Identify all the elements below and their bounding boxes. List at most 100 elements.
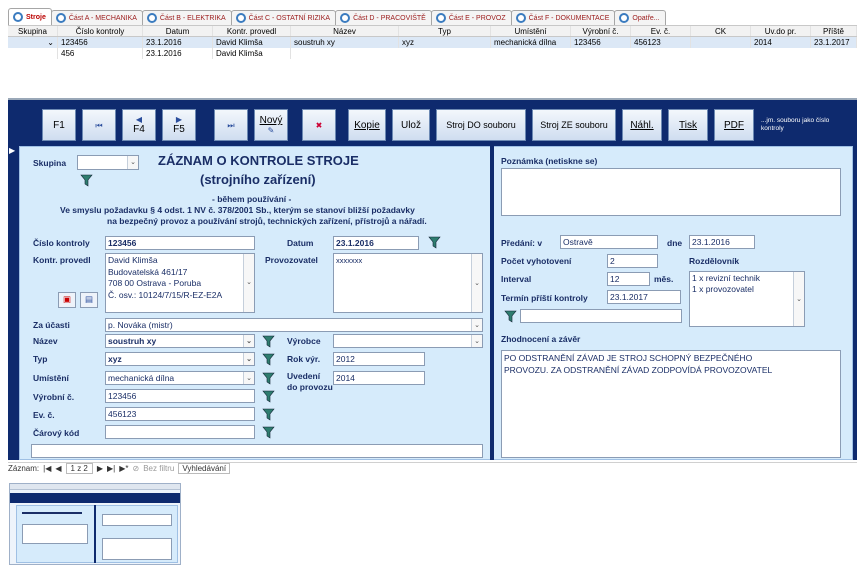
last-record-nav-icon[interactable]: ▶| (107, 464, 115, 473)
zhodnoceni-field[interactable]: PO ODSTRANĚNÍ ZÁVAD JE STROJ SCHOPNÝ BEZ… (501, 350, 841, 458)
column-header[interactable]: Datum (143, 26, 213, 36)
pdf-button[interactable]: PDF (714, 109, 754, 141)
column-header[interactable]: Název (291, 26, 399, 36)
tab-opatreni[interactable]: Opatře... (614, 10, 666, 25)
extra-field[interactable] (31, 444, 483, 458)
tab-label: Opatře... (632, 14, 660, 22)
rozdelovnik-field[interactable]: 1 x revizní technik 1 x provozovatel ⌄ (689, 271, 805, 327)
filter-icon[interactable] (504, 310, 517, 323)
chevron-down-icon[interactable]: ⌄ (243, 335, 254, 347)
delete-record-button[interactable]: ✖ (302, 109, 336, 141)
column-header[interactable]: Kontr. provedl (213, 26, 291, 36)
column-header[interactable]: Číslo kontroly (58, 26, 143, 36)
vyrobni-cislo-field[interactable]: 123456 (105, 389, 255, 403)
chevron-down-icon[interactable]: ⌄ (243, 353, 254, 365)
tab-cast-d[interactable]: Část D - PRACOVIŠTĚ (335, 10, 432, 25)
machine-from-file-button[interactable]: Stroj ZE souboru (532, 109, 616, 141)
cislo-kontroly-field[interactable]: 123456 (105, 236, 255, 250)
chevron-down-icon[interactable]: ⌄ (471, 319, 482, 331)
form-thumbnail (9, 483, 181, 565)
record-selector-icon: ▶ (9, 146, 16, 155)
vyrobce-field[interactable]: ⌄ (333, 334, 483, 348)
tab-cast-b[interactable]: Část B - ELEKTRIKA (141, 10, 232, 25)
predani-field[interactable]: Ostravě (560, 235, 658, 249)
last-record-button[interactable]: ⏭ (214, 109, 248, 141)
filter-icon[interactable] (262, 390, 275, 403)
print-button[interactable]: Tisk (668, 109, 708, 141)
kontr-provedl-field[interactable]: David Klimša Budovatelská 461/17 708 00 … (105, 253, 255, 313)
column-header[interactable]: CK (691, 26, 751, 36)
nazev-field[interactable]: soustruh xy ⌄ (105, 334, 255, 348)
table-row[interactable]: ⌄ 123456 23.1.2016 David Klimša soustruh… (8, 37, 857, 48)
table-cell: xyz (399, 37, 491, 48)
ev-cislo-field[interactable]: 456123 (105, 407, 255, 421)
filter-icon[interactable] (262, 426, 275, 439)
next-record-nav-icon[interactable]: ▶ (97, 464, 103, 473)
document-icon: ▤ (84, 294, 94, 304)
za-ucasti-field[interactable]: p. Nováka (mistr) ⌄ (105, 318, 483, 332)
uvedeni-field[interactable]: 2014 (333, 371, 425, 385)
filter-icon[interactable] (262, 335, 275, 348)
tab-cast-e[interactable]: Část E - PROVOZ (430, 10, 512, 25)
poznamka-field[interactable] (501, 168, 841, 216)
column-header[interactable]: Uv.do pr. (751, 26, 811, 36)
filter-icon[interactable] (428, 236, 441, 249)
umisteni-field[interactable]: mechanická dílna ⌄ (105, 371, 255, 385)
column-header[interactable]: Skupina (8, 26, 58, 36)
chevron-down-icon[interactable]: ⌄ (243, 372, 254, 384)
filter-value-field[interactable] (520, 309, 682, 323)
filter-icon[interactable] (80, 174, 93, 187)
umisteni-label: Umístění (33, 373, 69, 383)
termin-field[interactable]: 23.1.2017 (607, 290, 681, 304)
column-header[interactable]: Příště (811, 26, 857, 36)
typ-field[interactable]: xyz ⌄ (105, 352, 255, 366)
record-position-field[interactable]: 1 z 2 (65, 463, 93, 474)
previous-record-nav-icon[interactable]: ◀ (55, 464, 61, 473)
copy-button[interactable]: Kopie (348, 109, 386, 141)
new-record-nav-icon[interactable]: ▶* (119, 464, 128, 473)
dne-field[interactable]: 23.1.2016 (689, 235, 755, 249)
table-cell: 123456 (571, 37, 631, 48)
tab-stroje[interactable]: Stroje (8, 8, 52, 25)
datum-field[interactable]: 23.1.2016 (333, 236, 419, 250)
first-record-button[interactable]: ⏮ (82, 109, 116, 141)
column-header[interactable]: Umístění (491, 26, 571, 36)
column-header[interactable]: Výrobní č. (571, 26, 631, 36)
machine-to-file-button[interactable]: Stroj DO souboru (436, 109, 526, 141)
table-row[interactable]: 456 23.1.2016 David Klimša (8, 48, 857, 59)
first-record-nav-icon[interactable]: |◀ (43, 464, 51, 473)
save-person-button[interactable]: ▣ (58, 292, 76, 308)
tab-cast-c[interactable]: Část C - OSTATNÍ RIZIKA (230, 10, 337, 25)
chevron-down-icon[interactable]: ⌄ (471, 254, 482, 312)
provozovatel-field[interactable]: xxxxxxx ⌄ (333, 253, 483, 313)
next-record-button[interactable]: ▶ F5 (162, 109, 196, 141)
rok-vyroby-field[interactable]: 2012 (333, 352, 425, 366)
no-filter-label[interactable]: Bez filtru (143, 464, 174, 473)
chevron-down-icon[interactable]: ⌄ (793, 272, 804, 326)
column-header[interactable]: Ev. č. (631, 26, 691, 36)
tab-cast-a[interactable]: Část A - MECHANIKA (50, 10, 143, 25)
filter-icon[interactable] (262, 353, 275, 366)
cislo-kontroly-label: Číslo kontroly (33, 238, 90, 248)
new-record-button[interactable]: Nový ✎ (254, 109, 288, 141)
column-header[interactable]: Typ (399, 26, 491, 36)
tab-label: Stroje (26, 13, 46, 21)
f1-button[interactable]: F1 (42, 109, 76, 141)
tab-cast-f[interactable]: Část F - DOKUMENTACE (510, 10, 616, 25)
preview-button[interactable]: Náhl. (622, 109, 662, 141)
search-input[interactable]: Vyhledávání (178, 463, 231, 474)
chevron-down-icon[interactable]: ⌄ (127, 156, 138, 169)
filter-icon[interactable] (262, 408, 275, 421)
previous-record-button[interactable]: ◀ F4 (122, 109, 156, 141)
pocet-vyhotoveni-field[interactable]: 2 (607, 254, 658, 268)
skupina-select[interactable]: ⌄ (77, 155, 139, 170)
next-icon: ▶ (175, 115, 183, 124)
form-icon (435, 13, 446, 23)
chevron-down-icon[interactable]: ⌄ (243, 254, 254, 312)
chevron-down-icon[interactable]: ⌄ (471, 335, 482, 347)
carovy-kod-field[interactable] (105, 425, 255, 439)
filter-icon[interactable] (262, 372, 275, 385)
save-button[interactable]: Ulož (392, 109, 430, 141)
interval-field[interactable]: 12 (607, 272, 650, 286)
open-person-button[interactable]: ▤ (80, 292, 98, 308)
